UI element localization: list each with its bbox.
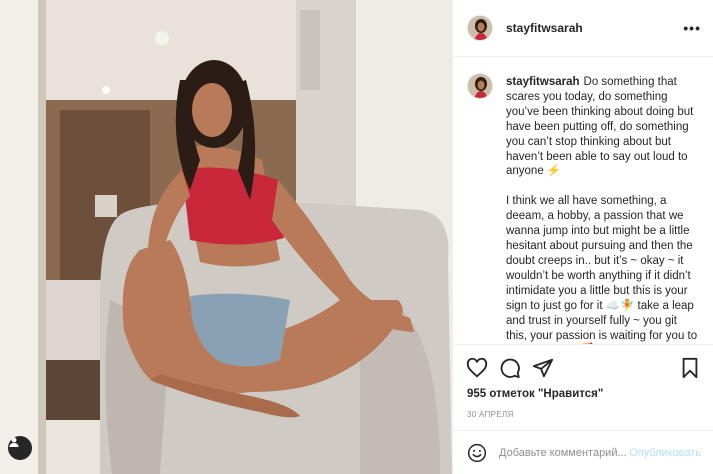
- post-sidebar: stayfitwsarah ••• stayfitwsarah Do someth…: [452, 0, 713, 474]
- caption-paragraph-1: stayfitwsarah Do something that scares yo…: [506, 75, 699, 179]
- emoji-icon[interactable]: [467, 443, 487, 463]
- more-options-button[interactable]: •••: [683, 21, 701, 35]
- caption-text: stayfitwsarah Do something that scares yo…: [506, 75, 699, 344]
- caption: stayfitwsarah Do something that scares yo…: [467, 73, 699, 344]
- post-header: stayfitwsarah •••: [453, 0, 713, 57]
- user-tag-button[interactable]: [8, 436, 32, 460]
- likes-count[interactable]: 955 отметок "Нравится": [453, 385, 713, 403]
- paper-plane-icon[interactable]: [532, 357, 554, 379]
- header-username[interactable]: stayfitwsarah: [506, 21, 583, 35]
- bookmark-icon[interactable]: [679, 357, 701, 379]
- caption-paragraph-2: I think we all have something, a deeam, …: [506, 195, 698, 342]
- comment-input[interactable]: [499, 446, 629, 459]
- caption-avatar[interactable]: [467, 73, 493, 99]
- avatar[interactable]: [467, 15, 493, 41]
- post-modal: stayfitwsarah ••• stayfitwsarah Do someth…: [0, 0, 713, 474]
- comments-area: stayfitwsarah Do something that scares yo…: [453, 57, 713, 345]
- comment-bubble-icon[interactable]: [499, 357, 521, 379]
- post-date[interactable]: 30 АПРЕЛЯ: [453, 406, 713, 424]
- caption-paragraph-1-text: Do something that scares you today, do s…: [506, 76, 694, 178]
- photo-illustration: [0, 0, 452, 474]
- add-comment-bar: Опубликовать: [453, 430, 713, 474]
- heart-icon[interactable]: [466, 357, 488, 379]
- action-bar: [453, 351, 713, 385]
- caption-username[interactable]: stayfitwsarah: [506, 76, 580, 88]
- post-photo[interactable]: [0, 0, 452, 474]
- publish-button[interactable]: Опубликовать: [629, 447, 701, 459]
